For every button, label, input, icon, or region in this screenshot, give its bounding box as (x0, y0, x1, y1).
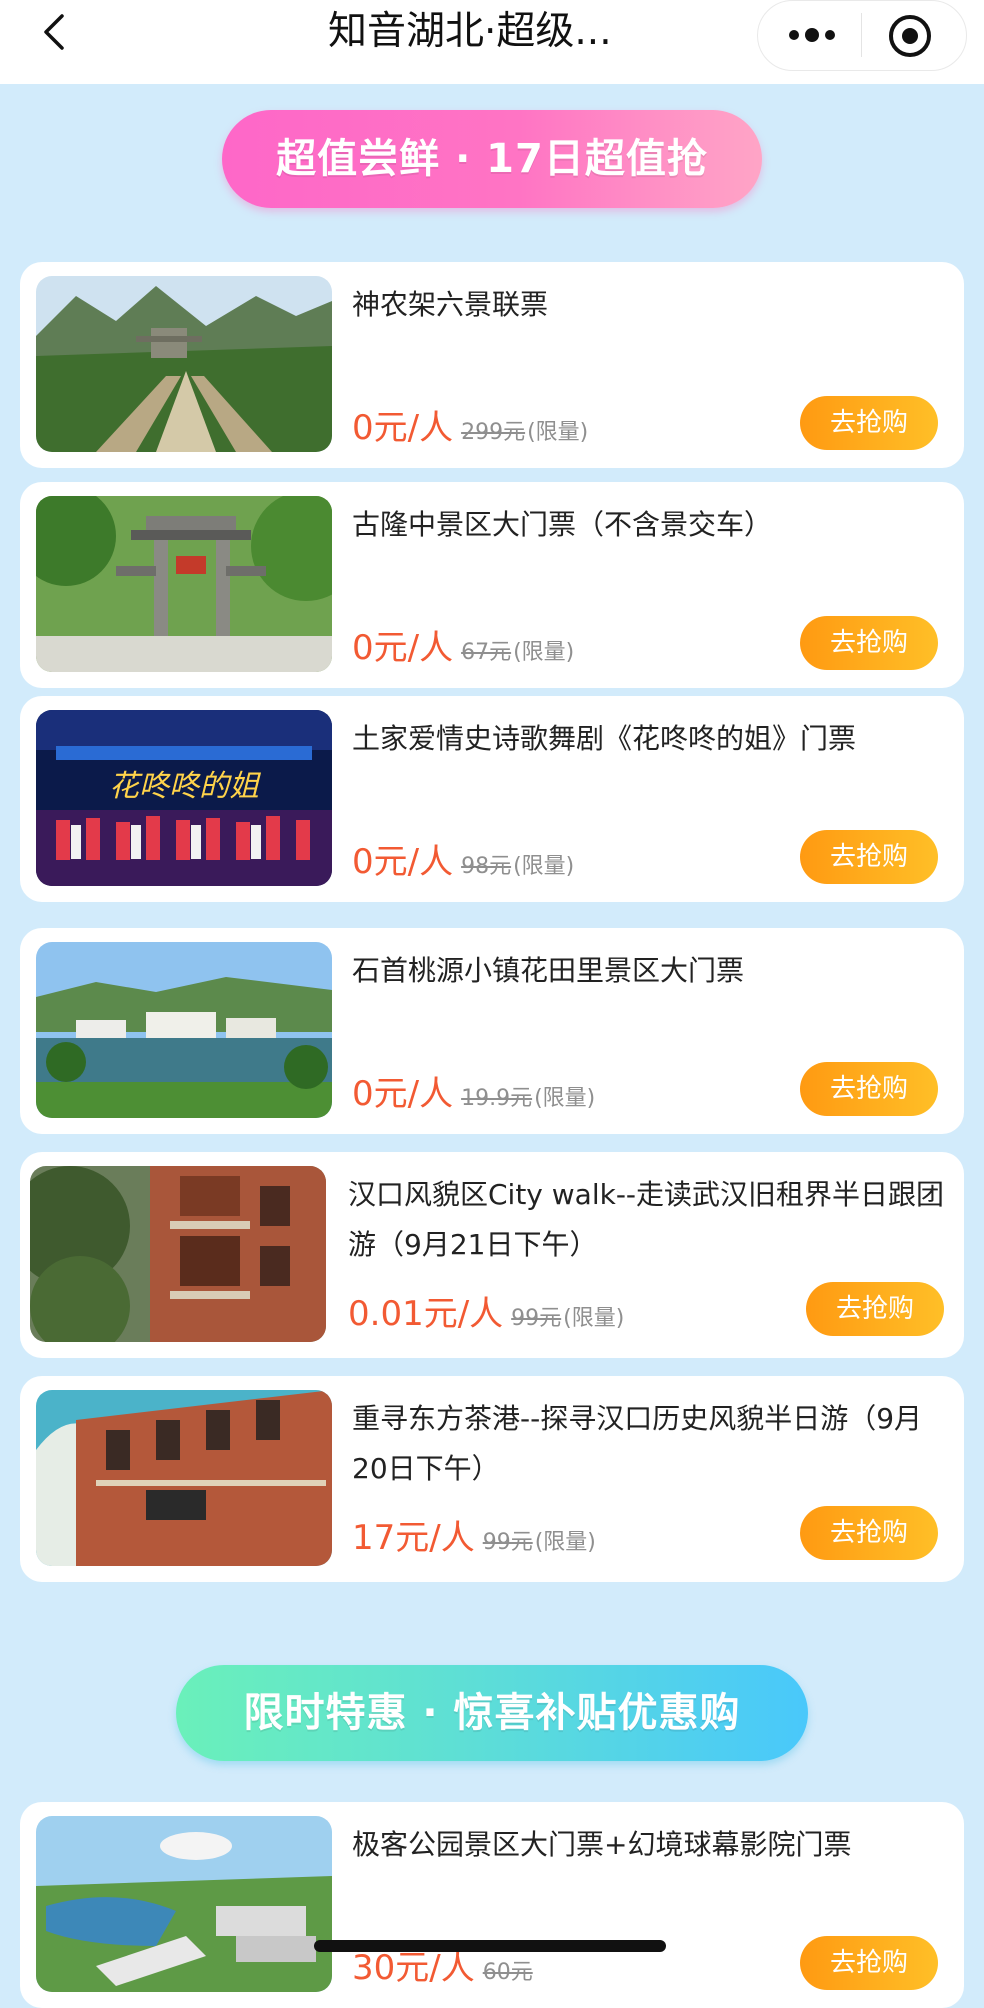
buy-button[interactable]: 去抢购 (800, 1936, 938, 1990)
buy-button[interactable]: 去抢购 (800, 1062, 938, 1116)
price: 0元/人 (352, 1074, 454, 1114)
buy-button[interactable]: 去抢购 (800, 616, 938, 670)
price-row: 0.01元/人 99元(限量) (348, 1286, 624, 1335)
original-price: 99元 (511, 1306, 562, 1331)
buy-button[interactable]: 去抢购 (800, 830, 938, 884)
original-price: 60元 (482, 1960, 533, 1985)
product-thumbnail (36, 276, 332, 452)
original-price: 299元 (461, 420, 526, 445)
show-poster-text: 花咚咚的姐 (109, 769, 262, 804)
buy-button[interactable]: 去抢购 (800, 396, 938, 450)
price: 0.01元/人 (348, 1294, 504, 1334)
section-banner-limited-offer: 限时特惠 · 惊喜补贴优惠购 (176, 1665, 808, 1761)
price: 0元/人 (352, 842, 454, 882)
buy-button[interactable]: 去抢购 (800, 1506, 938, 1560)
product-thumbnail (36, 1390, 332, 1566)
price-row: 0元/人 67元(限量) (352, 620, 574, 669)
price: 17元/人 (352, 1518, 475, 1558)
product-name: 土家爱情史诗歌舞剧《花咚咚的姐》门票 (352, 722, 857, 755)
capsule-divider (861, 13, 862, 57)
product-name: 重寻东方茶港--探寻汉口历史风貌半日游（9月20日下午） (352, 1402, 923, 1485)
limit-tag: (限量) (563, 1306, 625, 1331)
product-name: 汉口风貌区City walk--走读武汉旧租界半日跟团游（9月21日下午） (348, 1178, 945, 1261)
price: 30元/人 (352, 1948, 475, 1988)
product-card[interactable]: 汉口风貌区City walk--走读武汉旧租界半日跟团游（9月21日下午） 0.… (20, 1152, 964, 1358)
limit-tag: (限量) (534, 1086, 596, 1111)
target-icon[interactable] (887, 13, 933, 59)
price-row: 0元/人 299元(限量) (352, 400, 588, 449)
product-card[interactable]: 神农架六景联票 0元/人 299元(限量) 去抢购 (20, 262, 964, 468)
product-card[interactable]: 极客公园景区大门票+幻境球幕影院门票 30元/人 60元 去抢购 (20, 1802, 964, 2008)
section-banner-flash-sale: 超值尝鲜 · 17日超值抢 (222, 110, 762, 208)
nav-bar: 知音湖北·超级... (0, 0, 984, 84)
limit-tag: (限量) (513, 640, 575, 665)
product-name: 古隆中景区大门票（不含景交车） (352, 508, 773, 541)
back-arrow-icon[interactable] (36, 10, 76, 54)
price-row: 0元/人 98元(限量) (352, 834, 574, 883)
original-price: 19.9元 (461, 1086, 533, 1111)
price: 0元/人 (352, 408, 454, 448)
product-card[interactable]: 重寻东方茶港--探寻汉口历史风貌半日游（9月20日下午） 17元/人 99元(限量… (20, 1376, 964, 1582)
price: 0元/人 (352, 628, 454, 668)
product-thumbnail (36, 942, 332, 1118)
product-thumbnail: 花咚咚的姐 (36, 710, 332, 886)
more-dots-icon[interactable] (786, 21, 838, 49)
home-indicator[interactable] (314, 1940, 666, 1952)
product-name: 神农架六景联票 (352, 288, 549, 321)
product-card[interactable]: 花咚咚的姐 土家爱情史诗歌舞剧《花咚咚的姐》门票 0元/人 98元(限量) 去抢购 (20, 696, 964, 902)
limit-tag: (限量) (513, 854, 575, 879)
product-card[interactable]: 古隆中景区大门票（不含景交车） 0元/人 67元(限量) 去抢购 (20, 482, 964, 688)
original-price: 99元 (482, 1530, 533, 1555)
price-row: 17元/人 99元(限量) (352, 1510, 596, 1559)
limit-tag: (限量) (527, 420, 589, 445)
product-card[interactable]: 石首桃源小镇花田里景区大门票 0元/人 19.9元(限量) 去抢购 (20, 928, 964, 1134)
original-price: 67元 (461, 640, 512, 665)
mini-program-capsule (757, 0, 967, 71)
buy-button[interactable]: 去抢购 (806, 1282, 944, 1336)
product-name: 极客公园景区大门票+幻境球幕影院门票 (352, 1828, 852, 1861)
product-thumbnail (36, 496, 332, 672)
product-thumbnail (36, 1816, 332, 1992)
page-title: 知音湖北·超级... (328, 9, 612, 54)
price-row: 0元/人 19.9元(限量) (352, 1066, 595, 1115)
limit-tag: (限量) (534, 1530, 596, 1555)
original-price: 98元 (461, 854, 512, 879)
product-name: 石首桃源小镇花田里景区大门票 (352, 954, 745, 987)
product-thumbnail (30, 1166, 326, 1342)
